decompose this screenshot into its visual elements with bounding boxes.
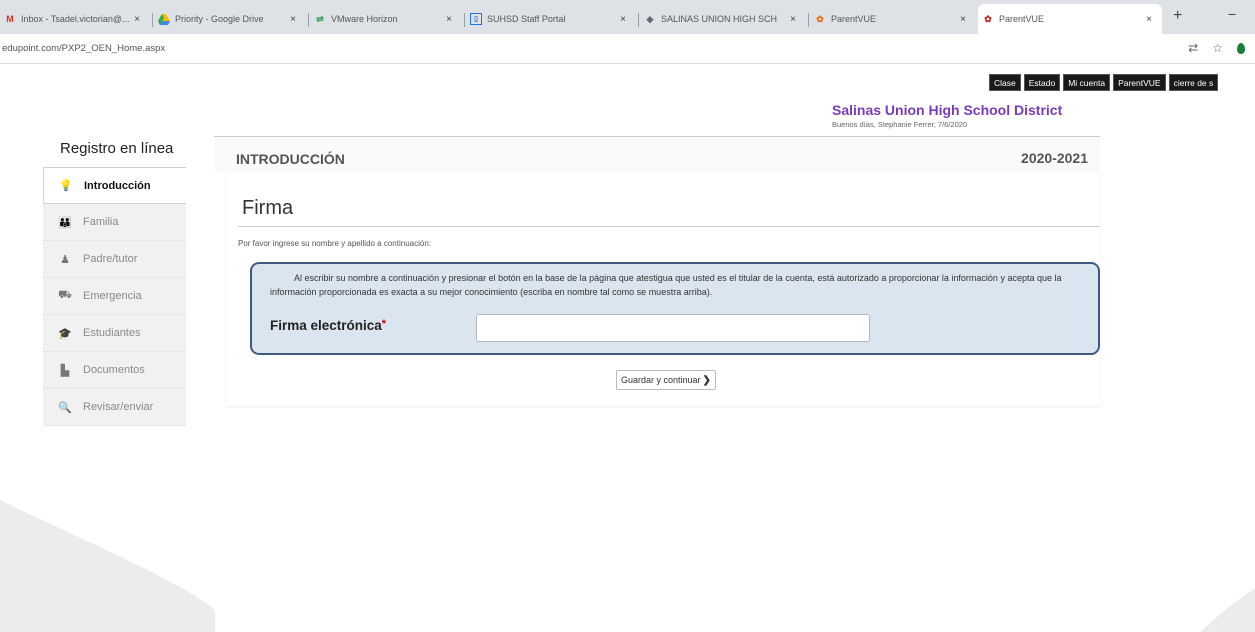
bookmark-star-icon[interactable]: ☆ (1212, 41, 1223, 55)
new-tab-button[interactable]: + (1173, 7, 1182, 25)
user-icon: ♟ (60, 253, 70, 266)
notice-text: Al escribir su nombre a continuación y p… (270, 273, 1062, 297)
browser-tab-parentvue[interactable]: ✿ ParentVUE × (810, 4, 976, 34)
address-bar: edupoint.com/PXP2_OEN_Home.aspx ⇄ ☆ (0, 34, 1255, 64)
browser-tab-gmail[interactable]: M Inbox - Tsadel.victorian@... × (0, 4, 150, 34)
sidebar-item-label: Padre/tutor (83, 253, 138, 265)
browser-tab-drive[interactable]: Priority - Google Drive × (154, 4, 306, 34)
sidebar-item-documentos[interactable]: ▙ Documentos (43, 352, 186, 389)
search-icon: 🔍 (58, 401, 72, 414)
signature-notice-box: Al escribir su nombre a continuación y p… (250, 262, 1100, 355)
sidebar-item-label: Estudiantes (83, 327, 141, 339)
instruction-text: Por favor ingrese su nombre y apellido a… (238, 239, 431, 248)
tab-close-icon[interactable]: × (786, 14, 800, 25)
sidebar-item-label: Revisar/enviar (83, 401, 154, 413)
signature-label: Firma electrónica* (270, 318, 386, 333)
tab-separator (638, 13, 639, 27)
section-header: INTRODUCCIÓN 2020-2021 (214, 136, 1100, 172)
browser-tab-staff-portal[interactable]: ▯ SUHSD Staff Portal × (466, 4, 636, 34)
portal-icon: ▯ (470, 13, 482, 25)
section-title: INTRODUCCIÓN (236, 151, 345, 167)
sidebar-item-emergencia[interactable]: ⛟ Emergencia (43, 278, 186, 315)
parentvue-icon: ✿ (816, 13, 824, 24)
page-title: Firma (242, 197, 294, 219)
nav-clase-button[interactable]: Clase (989, 74, 1021, 91)
tab-separator (308, 13, 309, 27)
gmail-icon: M (6, 14, 14, 24)
main-panel: INTRODUCCIÓN 2020-2021 Firma Por favor i… (214, 136, 1100, 406)
lightbulb-icon: 💡 (59, 180, 73, 192)
chevron-right-icon: ❯ (702, 374, 711, 386)
sidebar-item-label: Introducción (84, 179, 151, 192)
emergency-icon: ⛟ (58, 289, 72, 301)
extension-icon[interactable] (1237, 42, 1245, 54)
tab-separator (152, 13, 153, 27)
district-name: Salinas Union High School District (832, 102, 1063, 118)
greeting-text: Buenos días, Stephanie Ferrer, 7/6/2020 (832, 120, 968, 129)
signature-input[interactable] (476, 314, 870, 342)
nav-logout-button[interactable]: cierre de s (1168, 74, 1219, 91)
content-card: Firma Por favor ingrese su nombre y apel… (226, 172, 1100, 406)
family-icon: 👪 (58, 216, 72, 229)
tab-close-icon[interactable]: × (1142, 14, 1156, 25)
required-mark: * (381, 318, 387, 330)
google-drive-icon (158, 13, 170, 25)
tab-separator (464, 13, 465, 27)
divider (238, 226, 1100, 227)
sidebar-item-introduccion[interactable]: 💡 Introducción (43, 167, 186, 204)
sidebar-item-padre-tutor[interactable]: ♟ Padre/tutor (43, 241, 186, 278)
signature-label-text: Firma electrónica (270, 318, 382, 333)
url-field[interactable]: edupoint.com/PXP2_OEN_Home.aspx (2, 43, 165, 54)
background-swoosh (0, 500, 1255, 632)
tab-separator (808, 13, 809, 27)
nav-estado-button[interactable]: Estado (1023, 74, 1061, 91)
school-year: 2020-2021 (1021, 150, 1088, 166)
browser-tab-parentvue-active[interactable]: ✿ ParentVUE × (978, 4, 1162, 34)
vmware-icon: ⇌ (316, 13, 324, 24)
sidebar-item-label: Documentos (83, 364, 145, 376)
sidebar-item-label: Emergencia (83, 290, 142, 302)
minimize-button[interactable]: − (1228, 6, 1236, 22)
top-nav: Clase Estado Mi cuenta ParentVUE cierre … (989, 74, 1219, 91)
sidebar-item-estudiantes[interactable]: 🎓 Estudiantes (43, 315, 186, 352)
sidebar-title: Registro en línea (60, 140, 174, 157)
save-button-label: Guardar y continuar (621, 375, 701, 385)
browser-tab-salinas[interactable]: ◈ SALINAS UNION HIGH SCH × (640, 4, 806, 34)
graduation-cap-icon: 🎓 (58, 327, 72, 340)
nav-mi-cuenta-button[interactable]: Mi cuenta (1063, 74, 1111, 91)
school-icon: ◈ (646, 13, 654, 24)
save-continue-button[interactable]: Guardar y continuar ❯ (616, 370, 716, 390)
tab-close-icon[interactable]: × (956, 14, 970, 25)
browser-tab-bar: M Inbox - Tsadel.victorian@... × Priorit… (0, 0, 1255, 34)
sidebar-item-label: Familia (83, 216, 119, 228)
browser-tab-vmware[interactable]: ⇌ VMware Horizon × (310, 4, 462, 34)
tab-close-icon[interactable]: × (442, 14, 456, 25)
sidebar-item-familia[interactable]: 👪 Familia (43, 204, 186, 241)
tab-close-icon[interactable]: × (286, 14, 300, 25)
nav-parentvue-button[interactable]: ParentVUE (1113, 74, 1166, 91)
translate-icon[interactable]: ⇄ (1188, 41, 1198, 55)
document-icon: ▙ (60, 364, 70, 377)
sidebar-item-revisar-enviar[interactable]: 🔍 Revisar/enviar (43, 389, 186, 426)
parentvue-icon: ✿ (984, 13, 992, 24)
sidebar: 💡 Introducción 👪 Familia ♟ Padre/tutor ⛟… (43, 167, 186, 426)
tab-close-icon[interactable]: × (616, 14, 630, 25)
tab-close-icon[interactable]: × (130, 14, 144, 25)
